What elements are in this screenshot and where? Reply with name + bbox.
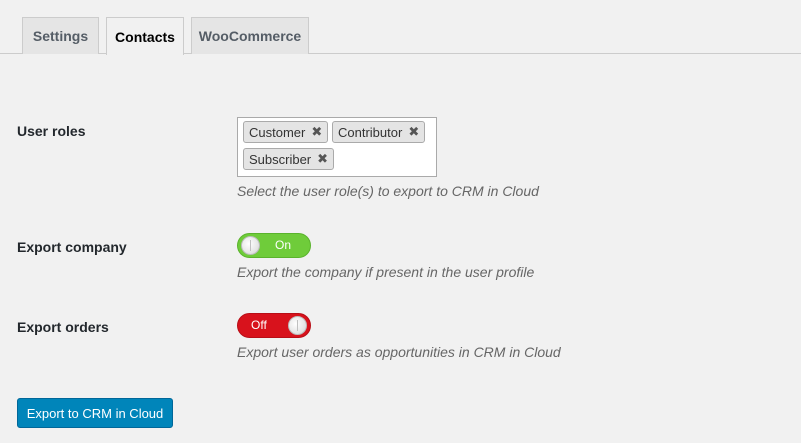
export-orders-label: Export orders (17, 319, 109, 335)
toggle-state-label: Off (251, 318, 267, 332)
role-tag-subscriber: Subscriber ✖ (243, 148, 335, 170)
export-company-toggle[interactable]: On (237, 233, 311, 258)
toggle-state-label: On (275, 238, 292, 252)
toggle-knob-icon (241, 236, 260, 255)
tab-contacts[interactable]: Contacts (106, 17, 184, 55)
export-company-description: Export the company if present in the use… (237, 264, 535, 280)
export-orders-toggle[interactable]: Off (237, 313, 311, 338)
remove-tag-icon[interactable]: ✖ (311, 124, 322, 140)
role-tag-contributor: Contributor ✖ (332, 121, 426, 143)
user-roles-label: User roles (17, 123, 86, 139)
remove-tag-icon[interactable]: ✖ (317, 151, 328, 167)
tab-settings[interactable]: Settings (22, 17, 99, 54)
user-roles-select[interactable]: Customer ✖ Contributor ✖ Subscriber ✖ (237, 117, 437, 177)
user-roles-description: Select the user role(s) to export to CRM… (237, 183, 539, 199)
remove-tag-icon[interactable]: ✖ (408, 124, 419, 140)
export-to-crm-button[interactable]: Export to CRM in Cloud (17, 398, 173, 428)
role-tag-label: Contributor (338, 124, 403, 140)
tab-woocommerce[interactable]: WooCommerce (191, 17, 309, 54)
toggle-knob-icon (288, 316, 307, 335)
role-tag-label: Subscriber (249, 151, 312, 167)
export-company-label: Export company (17, 239, 127, 255)
export-orders-description: Export user orders as opportunities in C… (237, 344, 561, 360)
role-tag-customer: Customer ✖ (243, 121, 329, 143)
tab-bar: Settings Contacts WooCommerce (0, 0, 801, 55)
role-tag-label: Customer (249, 124, 306, 140)
